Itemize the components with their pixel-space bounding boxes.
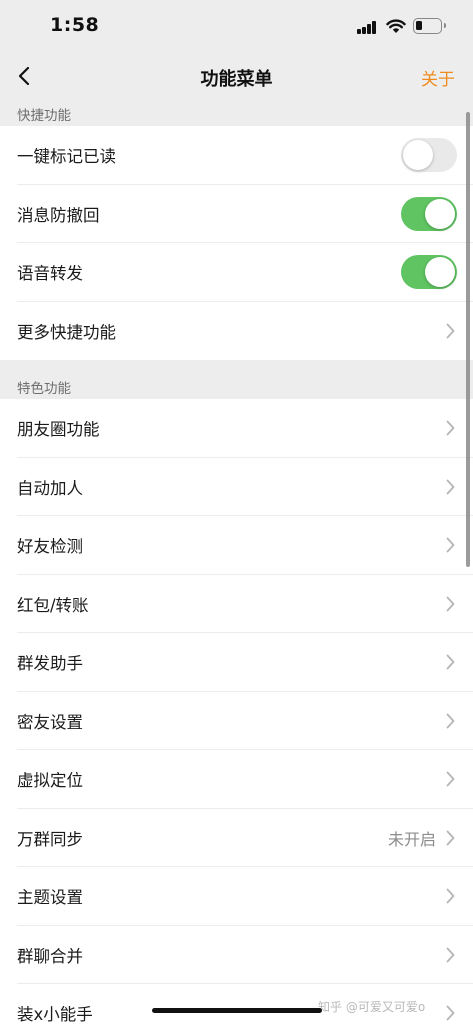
row-friend-check[interactable]: 好友检测 <box>0 516 473 575</box>
chevron-right-icon <box>446 713 455 729</box>
row-label: 语音转发 <box>17 264 83 284</box>
chevron-right-icon <box>446 830 455 846</box>
row-auto-add[interactable]: 自动加人 <box>0 458 473 517</box>
voice-forward-toggle[interactable] <box>401 255 457 290</box>
row-label: 一键标记已读 <box>17 147 116 167</box>
row-red-packet-transfer[interactable]: 红包/转账 <box>0 575 473 634</box>
row-anti-recall[interactable]: 消息防撤回 <box>0 185 473 244</box>
row-label: 主题设置 <box>17 888 83 908</box>
chevron-right-icon <box>446 537 455 553</box>
row-label: 密友设置 <box>17 712 83 732</box>
watermark: 知乎 @可爱又可爱o <box>318 1000 426 1014</box>
chevron-right-icon <box>446 771 455 787</box>
row-group-sync[interactable]: 万群同步 未开启 <box>0 809 473 868</box>
wifi-icon <box>386 19 406 33</box>
quick-functions-group: 一键标记已读 消息防撤回 语音转发 更多快捷功能 <box>0 126 473 360</box>
row-virtual-location[interactable]: 虚拟定位 <box>0 750 473 809</box>
chevron-right-icon <box>446 420 455 436</box>
row-label: 虚拟定位 <box>17 771 83 791</box>
row-label: 群发助手 <box>17 654 83 674</box>
chevron-right-icon <box>446 1005 455 1021</box>
row-label: 自动加人 <box>17 478 83 498</box>
row-group-merge[interactable]: 群聊合并 <box>0 926 473 985</box>
row-label: 好友检测 <box>17 537 83 557</box>
row-close-friend-settings[interactable]: 密友设置 <box>0 692 473 751</box>
row-label: 消息防撤回 <box>17 205 100 225</box>
chevron-right-icon <box>446 596 455 612</box>
row-label: 红包/转账 <box>17 595 89 615</box>
page-title: 功能菜单 <box>200 69 273 90</box>
row-label: 朋友圈功能 <box>17 420 100 440</box>
row-theme-settings[interactable]: 主题设置 <box>0 867 473 926</box>
chevron-right-icon <box>446 654 455 670</box>
row-mark-all-read[interactable]: 一键标记已读 <box>0 126 473 185</box>
about-button[interactable]: 关于 <box>421 65 455 90</box>
section-header-quick: 快捷功能 <box>17 108 71 124</box>
chevron-right-icon <box>446 479 455 495</box>
row-label: 群聊合并 <box>17 946 83 966</box>
row-label: 万群同步 <box>17 829 83 849</box>
row-voice-forward[interactable]: 语音转发 <box>0 243 473 302</box>
navigation-bar: 功能菜单 关于 <box>0 52 473 100</box>
battery-icon <box>413 18 446 34</box>
section-header-special: 特色功能 <box>17 381 71 397</box>
row-moments[interactable]: 朋友圈功能 <box>0 399 473 458</box>
group-sync-status: 未开启 <box>387 829 436 849</box>
function-menu-screen: 1:58 功能菜单 关于 快捷功能 一键标记已读 消息防撤回 语音转发 更多快捷… <box>0 0 473 1024</box>
status-bar: 1:58 <box>0 0 473 52</box>
anti-recall-toggle[interactable] <box>401 196 457 231</box>
row-label: 更多快捷功能 <box>17 322 116 342</box>
chevron-right-icon <box>446 888 455 904</box>
row-broadcast-assistant[interactable]: 群发助手 <box>0 633 473 692</box>
home-indicator[interactable] <box>152 1008 322 1013</box>
scrollbar[interactable] <box>466 112 470 567</box>
chevron-right-icon <box>446 947 455 963</box>
mark-read-toggle[interactable] <box>401 138 457 173</box>
cellular-signal-icon <box>357 21 377 34</box>
row-more-quick-functions[interactable]: 更多快捷功能 <box>0 302 473 361</box>
special-functions-group: 朋友圈功能 自动加人 好友检测 红包/转账 群发助手 密友设置 虚拟定位 万群同… <box>0 399 473 1024</box>
chevron-right-icon <box>446 323 455 339</box>
status-time: 1:58 <box>50 14 100 36</box>
